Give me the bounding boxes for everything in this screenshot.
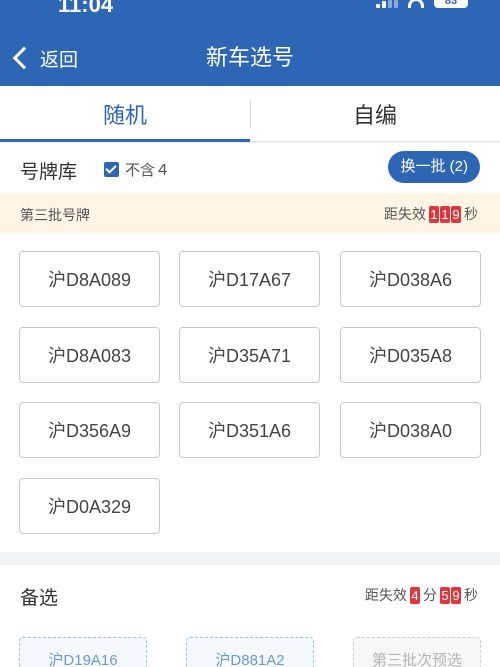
- countdown-digit: 4: [410, 586, 420, 604]
- status-icons: 83: [376, 0, 468, 8]
- plate-option[interactable]: 沪D8A089: [19, 251, 160, 307]
- plate-option[interactable]: 沪D038A0: [340, 402, 481, 458]
- plate-option[interactable]: 沪D035A8: [340, 327, 481, 383]
- exclude-four-checkbox[interactable]: 不含４: [104, 159, 170, 180]
- alternate-slot[interactable]: 沪D881A2: [186, 637, 314, 667]
- countdown-digit: 1: [440, 205, 450, 223]
- tab-random[interactable]: 随机: [0, 86, 250, 142]
- alternates-title: 备选: [20, 588, 59, 609]
- plate-option[interactable]: 沪D356A9: [19, 402, 160, 458]
- plate-option[interactable]: 沪D0A329: [19, 478, 160, 534]
- alternates-section: 备选 距失效 4 分 5 9 秒 沪D19A16 沪D881A2 第三批次预选: [0, 565, 500, 667]
- plate-option[interactable]: 沪D351A6: [179, 402, 320, 458]
- countdown-seconds-unit: 秒: [464, 587, 478, 603]
- batch-label: 第三批号牌: [20, 207, 90, 223]
- plate-option[interactable]: 沪D8A083: [19, 327, 160, 383]
- alternates-countdown: 距失效 4 分 5 9 秒: [365, 585, 478, 605]
- countdown-prefix: 距失效: [365, 587, 407, 603]
- wifi-icon: [408, 0, 424, 8]
- signal-icon: [376, 0, 398, 8]
- plate-option[interactable]: 沪D17A67: [179, 251, 320, 307]
- countdown-seconds: 1 1 9: [429, 205, 461, 223]
- plate-option[interactable]: 沪D038A6: [340, 251, 481, 307]
- plate-grid: 沪D8A089 沪D17A67 沪D038A6 沪D8A083 沪D35A71 …: [0, 233, 500, 552]
- countdown-digit: 5: [440, 586, 450, 604]
- countdown-digit: 1: [429, 205, 439, 223]
- alternate-slot[interactable]: 沪D19A16: [19, 637, 147, 667]
- top-bar: 11:04 83 返回 新车选号: [0, 0, 500, 86]
- alternate-slot-placeholder: 第三批次预选: [353, 637, 481, 667]
- batch-countdown: 距失效 1 1 9 秒: [384, 204, 478, 224]
- countdown-minutes-unit: 分: [423, 587, 437, 603]
- plate-option[interactable]: 沪D35A71: [179, 327, 320, 383]
- countdown-prefix: 距失效: [384, 206, 426, 222]
- tab-divider: [250, 100, 251, 128]
- countdown-digit: 9: [451, 205, 461, 223]
- batch-bar: 第三批号牌 距失效 1 1 9 秒: [0, 193, 500, 233]
- checkbox-checked-icon: [104, 162, 119, 177]
- exclude-four-label: 不含４: [125, 162, 171, 179]
- plate-pool-bar: 号牌库 不含４ 换一批 (2): [0, 143, 500, 193]
- refresh-batch-button[interactable]: 换一批 (2): [388, 151, 480, 183]
- page-title: 新车选号: [205, 45, 294, 70]
- countdown-unit: 秒: [464, 206, 478, 222]
- countdown-seconds: 5 9: [440, 586, 461, 604]
- battery-icon: 83: [434, 0, 468, 8]
- plate-pool-title: 号牌库: [20, 162, 78, 183]
- tab-custom[interactable]: 自编: [250, 86, 500, 141]
- status-time: 11:04: [58, 0, 114, 17]
- countdown-digit: 9: [451, 586, 461, 604]
